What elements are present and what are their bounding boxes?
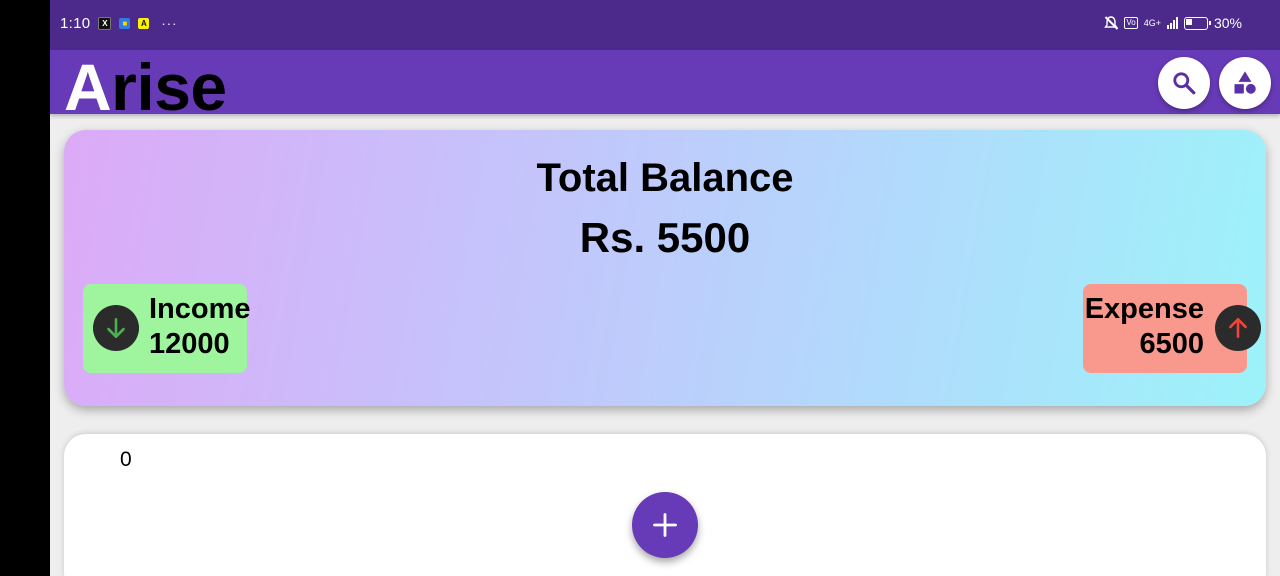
status-right: Vo 4G+ 30% <box>1104 15 1242 31</box>
status-bar: 1:10 X ■ A ··· Vo 4G+ 30% <box>50 0 1280 50</box>
yellow-app-icon: A <box>138 18 150 29</box>
app-title-rest: rise <box>111 54 227 114</box>
categories-button[interactable] <box>1219 57 1271 109</box>
balance-title: Total Balance <box>536 156 794 200</box>
arrow-up-icon <box>1229 318 1247 338</box>
add-transaction-button[interactable] <box>632 492 698 558</box>
network-type: 4G+ <box>1143 18 1161 28</box>
battery-icon <box>1183 16 1211 30</box>
app-title: Arise <box>64 54 227 114</box>
search-icon <box>1173 72 1196 95</box>
shapes-icon <box>1234 71 1256 94</box>
battery-percent: 30% <box>1213 15 1242 31</box>
signal-icon <box>1166 17 1178 29</box>
expense-label: Expense <box>1084 293 1204 325</box>
status-time: 1:10 <box>60 15 91 32</box>
more-notifications-icon: ··· <box>161 16 178 31</box>
volte-icon: Vo <box>1124 17 1138 29</box>
app-screen: 1:10 X ■ A ··· Vo 4G+ 30% Arise Total Ba… <box>50 0 1280 576</box>
status-left: 1:10 X ■ A ··· <box>60 15 177 32</box>
plus-icon <box>653 513 677 537</box>
balance-card: Total Balance Rs. 5500 Income 12000 Expe… <box>64 130 1266 406</box>
expense-value: 6500 <box>1139 328 1204 360</box>
income-icon-circle <box>93 305 139 351</box>
income-label: Income <box>149 293 251 325</box>
balance-amount: Rs. 5500 <box>579 214 751 261</box>
expense-icon-circle <box>1215 305 1261 351</box>
expense-summary[interactable]: Expense 6500 <box>1083 284 1261 373</box>
app-title-first-letter: A <box>64 54 112 114</box>
app-bar: Arise <box>50 50 1280 114</box>
mute-icon <box>1104 16 1119 30</box>
left-black-bar <box>0 0 50 576</box>
blue-app-icon: ■ <box>119 18 131 29</box>
income-value: 12000 <box>149 328 230 360</box>
income-summary[interactable]: Income 12000 <box>83 284 251 373</box>
transaction-count: 0 <box>120 448 132 471</box>
x-app-icon: X <box>98 17 112 30</box>
arrow-down-icon <box>107 318 125 338</box>
search-button[interactable] <box>1158 57 1210 109</box>
